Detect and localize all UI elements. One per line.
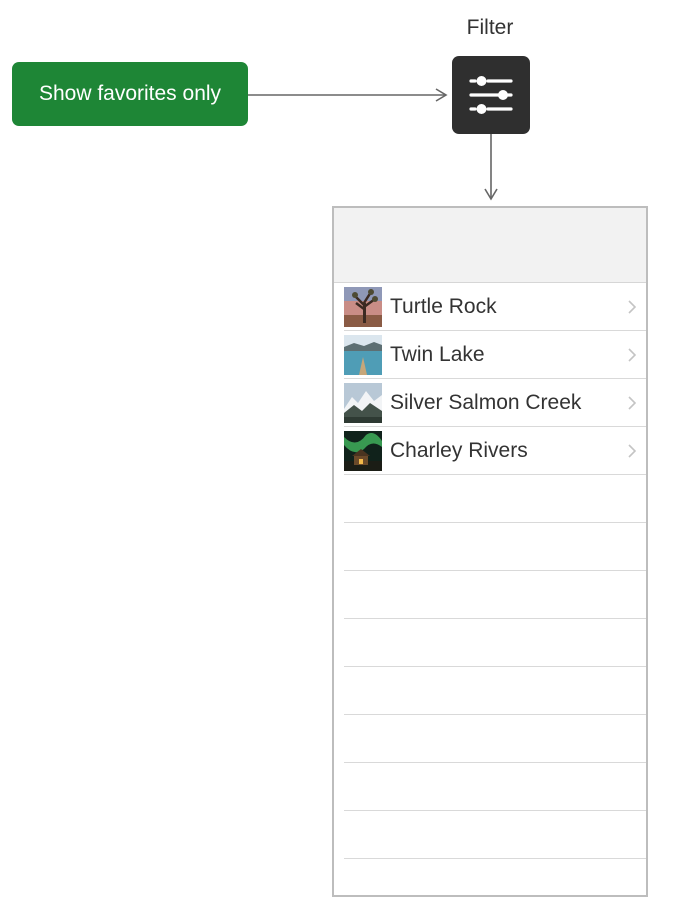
desert-tree-thumbnail — [344, 286, 382, 327]
list-item-label: Silver Salmon Creek — [390, 390, 582, 414]
empty-row — [344, 715, 646, 763]
list-item[interactable]: Silver Salmon Creek — [344, 379, 646, 427]
chevron-right-icon — [628, 395, 636, 410]
empty-row — [344, 619, 646, 667]
empty-row — [344, 523, 646, 571]
empty-row — [344, 811, 646, 859]
navigation-bar — [334, 208, 646, 283]
list-item[interactable]: Charley Rivers — [344, 427, 646, 475]
empty-row — [344, 571, 646, 619]
empty-row — [344, 475, 646, 523]
list-item-label: Twin Lake — [390, 342, 485, 366]
list-item[interactable]: Turtle Rock — [344, 283, 646, 331]
empty-row — [344, 859, 646, 895]
show-favorites-button[interactable]: Show favorites only — [12, 62, 248, 126]
snowy-mountains-thumbnail — [344, 382, 382, 423]
chevron-right-icon — [628, 299, 636, 314]
list-item-label: Charley Rivers — [390, 438, 528, 462]
empty-row — [344, 763, 646, 811]
slider-filter-icon — [469, 76, 513, 114]
list-item-label: Turtle Rock — [390, 294, 497, 318]
landmark-list-screen: Turtle Rock Twin Lake Silver Salmon Cree… — [332, 206, 648, 897]
list-item[interactable]: Twin Lake — [344, 331, 646, 379]
filter-button[interactable] — [452, 56, 530, 134]
chevron-right-icon — [628, 443, 636, 458]
show-favorites-label: Show favorites only — [38, 82, 222, 105]
aurora-cabin-thumbnail — [344, 430, 382, 471]
empty-row — [344, 667, 646, 715]
lake-dock-thumbnail — [344, 334, 382, 375]
filter-label: Filter — [466, 16, 514, 39]
chevron-right-icon — [628, 347, 636, 362]
